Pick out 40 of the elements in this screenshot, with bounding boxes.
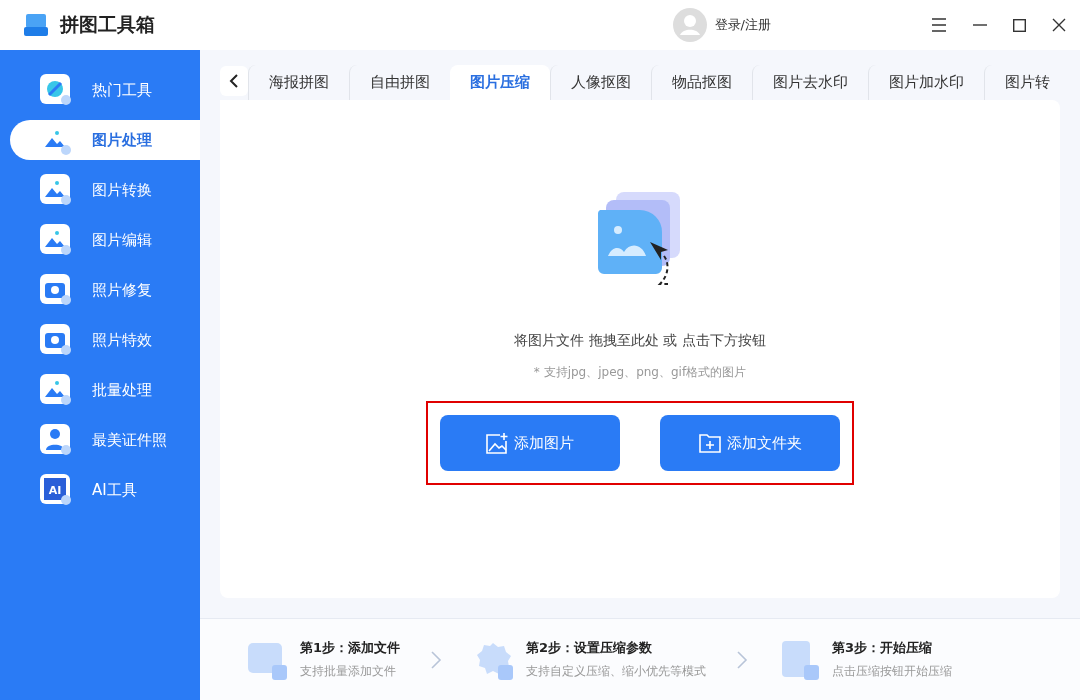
- sidebar-item[interactable]: AI AI工具: [10, 470, 200, 510]
- chevron-icon: [430, 649, 443, 670]
- sidebar-item-icon: AI: [40, 474, 72, 506]
- sidebar-item-icon: [40, 324, 72, 356]
- tab[interactable]: 图片压缩: [450, 65, 550, 100]
- sidebar-item[interactable]: 照片特效: [10, 320, 200, 360]
- sidebar-item-icon: [40, 74, 72, 106]
- add-folder-button[interactable]: 添加文件夹: [660, 415, 840, 471]
- back-button[interactable]: [220, 66, 248, 96]
- app-title: 拼图工具箱: [60, 12, 155, 37]
- app-logo-icon: [24, 14, 48, 36]
- sidebar-item-icon: [40, 274, 72, 306]
- sidebar-item[interactable]: 最美证件照: [10, 420, 200, 460]
- step-title: 第1步：添加文件: [300, 639, 401, 657]
- sidebar-item[interactable]: 批量处理: [10, 370, 200, 410]
- maximize-icon[interactable]: [1013, 18, 1026, 32]
- sidebar-item-icon: [40, 424, 72, 456]
- sidebar-item-icon: [40, 374, 72, 406]
- add-image-button[interactable]: 添加图片: [440, 415, 620, 471]
- login-link[interactable]: 登录/注册: [714, 16, 771, 34]
- step-subtitle: 支持批量添加文件: [300, 663, 397, 680]
- menu-icon[interactable]: [931, 18, 947, 32]
- step-subtitle: 点击压缩按钮开始压缩: [832, 663, 953, 680]
- sidebar-item[interactable]: 图片编辑: [10, 220, 200, 260]
- close-icon[interactable]: [1052, 18, 1066, 32]
- step-subtitle: 支持自定义压缩、缩小优先等模式: [526, 663, 707, 680]
- format-note: * 支持jpg、jpeg、png、gif格式的图片: [533, 364, 747, 381]
- chevron-icon: [736, 649, 749, 670]
- drop-instruction: 将图片文件 拖拽至此处 或 点击下方按钮: [514, 332, 766, 350]
- image-plus-icon: [486, 432, 508, 454]
- sidebar-item[interactable]: 图片转换: [10, 170, 200, 210]
- sidebar-item-icon: [40, 174, 72, 206]
- chevron-left-icon: [229, 74, 239, 88]
- sidebar-item[interactable]: 热门工具: [10, 70, 200, 110]
- step-title: 第3步：开始压缩: [832, 639, 934, 657]
- folder-plus-icon: [698, 433, 721, 453]
- sidebar-item[interactable]: 照片修复: [10, 270, 200, 310]
- sidebar-item-icon: [40, 224, 72, 256]
- step-title: 第2步：设置压缩参数: [526, 639, 654, 657]
- sidebar-item[interactable]: 图片处理: [10, 120, 200, 160]
